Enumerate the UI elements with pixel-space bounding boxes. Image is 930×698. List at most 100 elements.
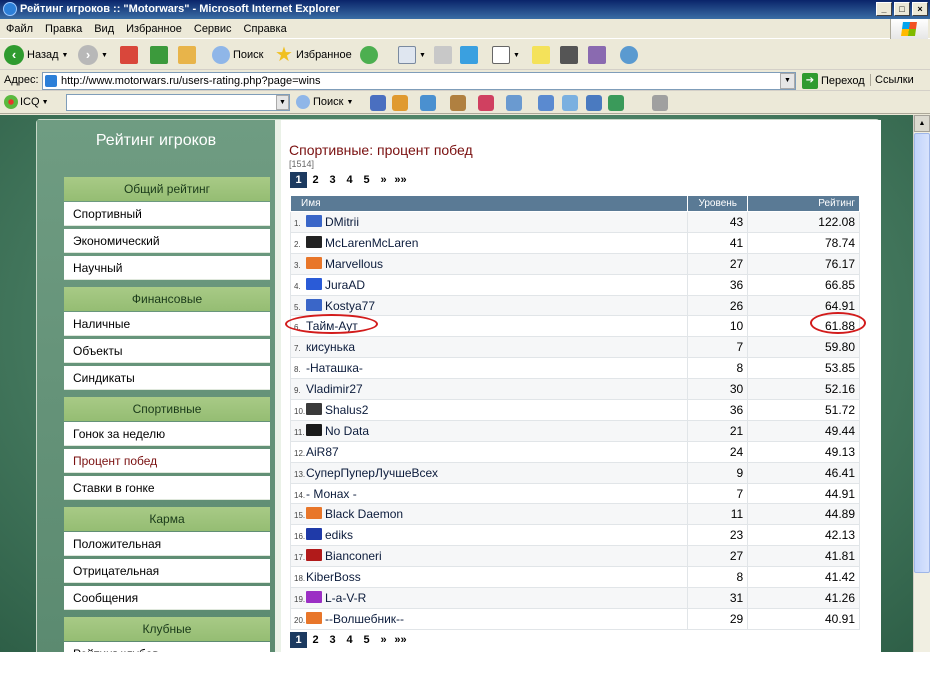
back-button[interactable]: ‹ Назад ▼ xyxy=(4,43,68,67)
sidebar-item-win-percent[interactable]: Процент побед xyxy=(64,449,270,473)
player-name-link[interactable]: Kostya77 xyxy=(325,299,375,313)
vertical-scrollbar[interactable]: ▲ xyxy=(913,115,930,652)
favorites-button[interactable]: ★ Избранное xyxy=(275,43,352,67)
player-name-link[interactable]: - Монах - xyxy=(306,487,357,501)
mail-button[interactable]: ▼ xyxy=(398,43,426,67)
address-dropdown-icon[interactable]: ▼ xyxy=(780,73,795,89)
pager-page-1[interactable]: 1 xyxy=(290,172,307,188)
sidebar-item-sport[interactable]: Спортивный xyxy=(64,202,270,226)
col-header-level[interactable]: Уровень xyxy=(687,195,749,212)
print-button[interactable] xyxy=(434,43,452,67)
col-header-name[interactable]: Имя xyxy=(289,195,689,212)
pager-page-4[interactable]: 4 xyxy=(341,172,358,188)
player-name-link[interactable]: Shalus2 xyxy=(325,403,368,417)
level-cell: 36 xyxy=(687,399,749,421)
users-icon[interactable] xyxy=(538,95,554,111)
sidebar-item-positive[interactable]: Положительная xyxy=(64,532,270,556)
globe-icon[interactable] xyxy=(370,95,386,111)
maximize-button[interactable]: □ xyxy=(894,2,910,16)
check-icon[interactable] xyxy=(608,95,624,111)
sidebar-item-race-bets[interactable]: Ставки в гонке xyxy=(64,476,270,500)
gift-icon[interactable] xyxy=(478,95,494,111)
menu-tools[interactable]: Сервис xyxy=(188,19,238,39)
pager-page-4[interactable]: 4 xyxy=(341,632,358,648)
flower-icon[interactable] xyxy=(392,95,408,111)
sidebar-item-club-rating[interactable]: Рейтинг клубов xyxy=(64,642,270,652)
player-name-link[interactable]: No Data xyxy=(325,424,369,438)
player-name-link[interactable]: Тайм-Аут xyxy=(306,319,358,333)
phone-icon[interactable] xyxy=(562,95,578,111)
level-cell: 27 xyxy=(687,545,749,568)
refresh-button[interactable] xyxy=(150,43,168,67)
player-name-link[interactable]: -Наташка- xyxy=(306,361,363,375)
pager-page-1[interactable]: 1 xyxy=(290,632,307,648)
player-name-link[interactable]: СуперПуперЛучшеВсех xyxy=(306,466,438,480)
icq-dropdown-icon[interactable]: ▼ xyxy=(276,95,289,110)
scroll-up-icon[interactable]: ▲ xyxy=(914,115,930,132)
icq-flower-icon xyxy=(4,95,18,109)
contacts-button[interactable] xyxy=(620,43,638,67)
pager-page-5[interactable]: 5 xyxy=(358,632,375,648)
icq-search-input[interactable] xyxy=(66,94,290,111)
games-icon[interactable] xyxy=(450,95,466,111)
player-name-link[interactable]: --Волшебник-- xyxy=(325,612,404,626)
edit-button[interactable]: ▼ xyxy=(492,43,520,67)
player-name-link[interactable]: AiR87 xyxy=(306,445,339,459)
sidebar-item-messages[interactable]: Сообщения xyxy=(64,586,270,610)
network-icon[interactable] xyxy=(506,95,522,111)
pager-next[interactable]: » xyxy=(375,632,392,648)
messenger-button[interactable] xyxy=(460,43,478,67)
menu-file[interactable]: Файл xyxy=(0,19,39,39)
menu-edit[interactable]: Правка xyxy=(39,19,88,39)
pager-page-3[interactable]: 3 xyxy=(324,632,341,648)
history-button[interactable] xyxy=(360,43,378,67)
close-button[interactable]: × xyxy=(912,2,928,16)
forward-button[interactable]: › ▼ xyxy=(78,43,108,67)
sidebar-item-cash[interactable]: Наличные xyxy=(64,312,270,336)
research-button[interactable] xyxy=(588,43,606,67)
player-name-link[interactable]: KiberBoss xyxy=(306,570,361,584)
player-name-link[interactable]: кисунька xyxy=(306,340,355,354)
sidebar-item-objects[interactable]: Объекты xyxy=(64,339,270,363)
stop-button[interactable] xyxy=(120,43,138,67)
user-icon[interactable] xyxy=(586,95,602,111)
pager-last[interactable]: »» xyxy=(392,632,409,648)
player-name-link[interactable]: Vladimir27 xyxy=(306,382,363,396)
sidebar-item-science[interactable]: Научный xyxy=(64,256,270,280)
icq-button[interactable]: ICQ ▼ xyxy=(4,95,49,109)
settings-icon[interactable] xyxy=(652,95,668,111)
notes-button[interactable] xyxy=(532,43,550,67)
pager-page-2[interactable]: 2 xyxy=(307,632,324,648)
menu-view[interactable]: Вид xyxy=(88,19,120,39)
player-name-link[interactable]: Bianconeri xyxy=(325,549,382,563)
pager-page-3[interactable]: 3 xyxy=(324,172,341,188)
menu-favorites[interactable]: Избранное xyxy=(120,19,188,39)
pager-page-2[interactable]: 2 xyxy=(307,172,324,188)
player-name-link[interactable]: ediks xyxy=(325,528,353,542)
player-name-link[interactable]: L-a-V-R xyxy=(325,591,366,605)
k-button[interactable] xyxy=(560,43,578,67)
scroll-thumb[interactable] xyxy=(914,133,930,573)
sidebar-item-weekly-races[interactable]: Гонок за неделю xyxy=(64,422,270,446)
address-input[interactable] xyxy=(42,72,796,90)
player-name-link[interactable]: McLarenMcLaren xyxy=(325,236,418,250)
player-name-link[interactable]: DMitrii xyxy=(325,215,359,229)
player-name-link[interactable]: Black Daemon xyxy=(325,507,403,521)
go-button[interactable]: ➔ Переход xyxy=(802,72,865,90)
pager-last[interactable]: »» xyxy=(392,172,409,188)
sidebar-item-negative[interactable]: Отрицательная xyxy=(64,559,270,583)
player-name-link[interactable]: Marvellous xyxy=(325,257,383,271)
col-header-rating[interactable]: Рейтинг xyxy=(747,195,860,212)
pager-page-5[interactable]: 5 xyxy=(358,172,375,188)
search-button[interactable]: Поиск xyxy=(212,43,263,67)
icq-search-button[interactable]: Поиск ▼ xyxy=(296,95,353,109)
links-button[interactable]: Ссылки xyxy=(870,74,914,86)
sidebar-item-syndicates[interactable]: Синдикаты xyxy=(64,366,270,390)
sidebar-item-economic[interactable]: Экономический xyxy=(64,229,270,253)
pager-next[interactable]: » xyxy=(375,172,392,188)
minimize-button[interactable]: _ xyxy=(876,2,892,16)
player-name-link[interactable]: JuraAD xyxy=(325,278,365,292)
menu-help[interactable]: Справка xyxy=(238,19,293,39)
chat-icon[interactable] xyxy=(420,95,436,111)
home-button[interactable] xyxy=(178,43,196,67)
